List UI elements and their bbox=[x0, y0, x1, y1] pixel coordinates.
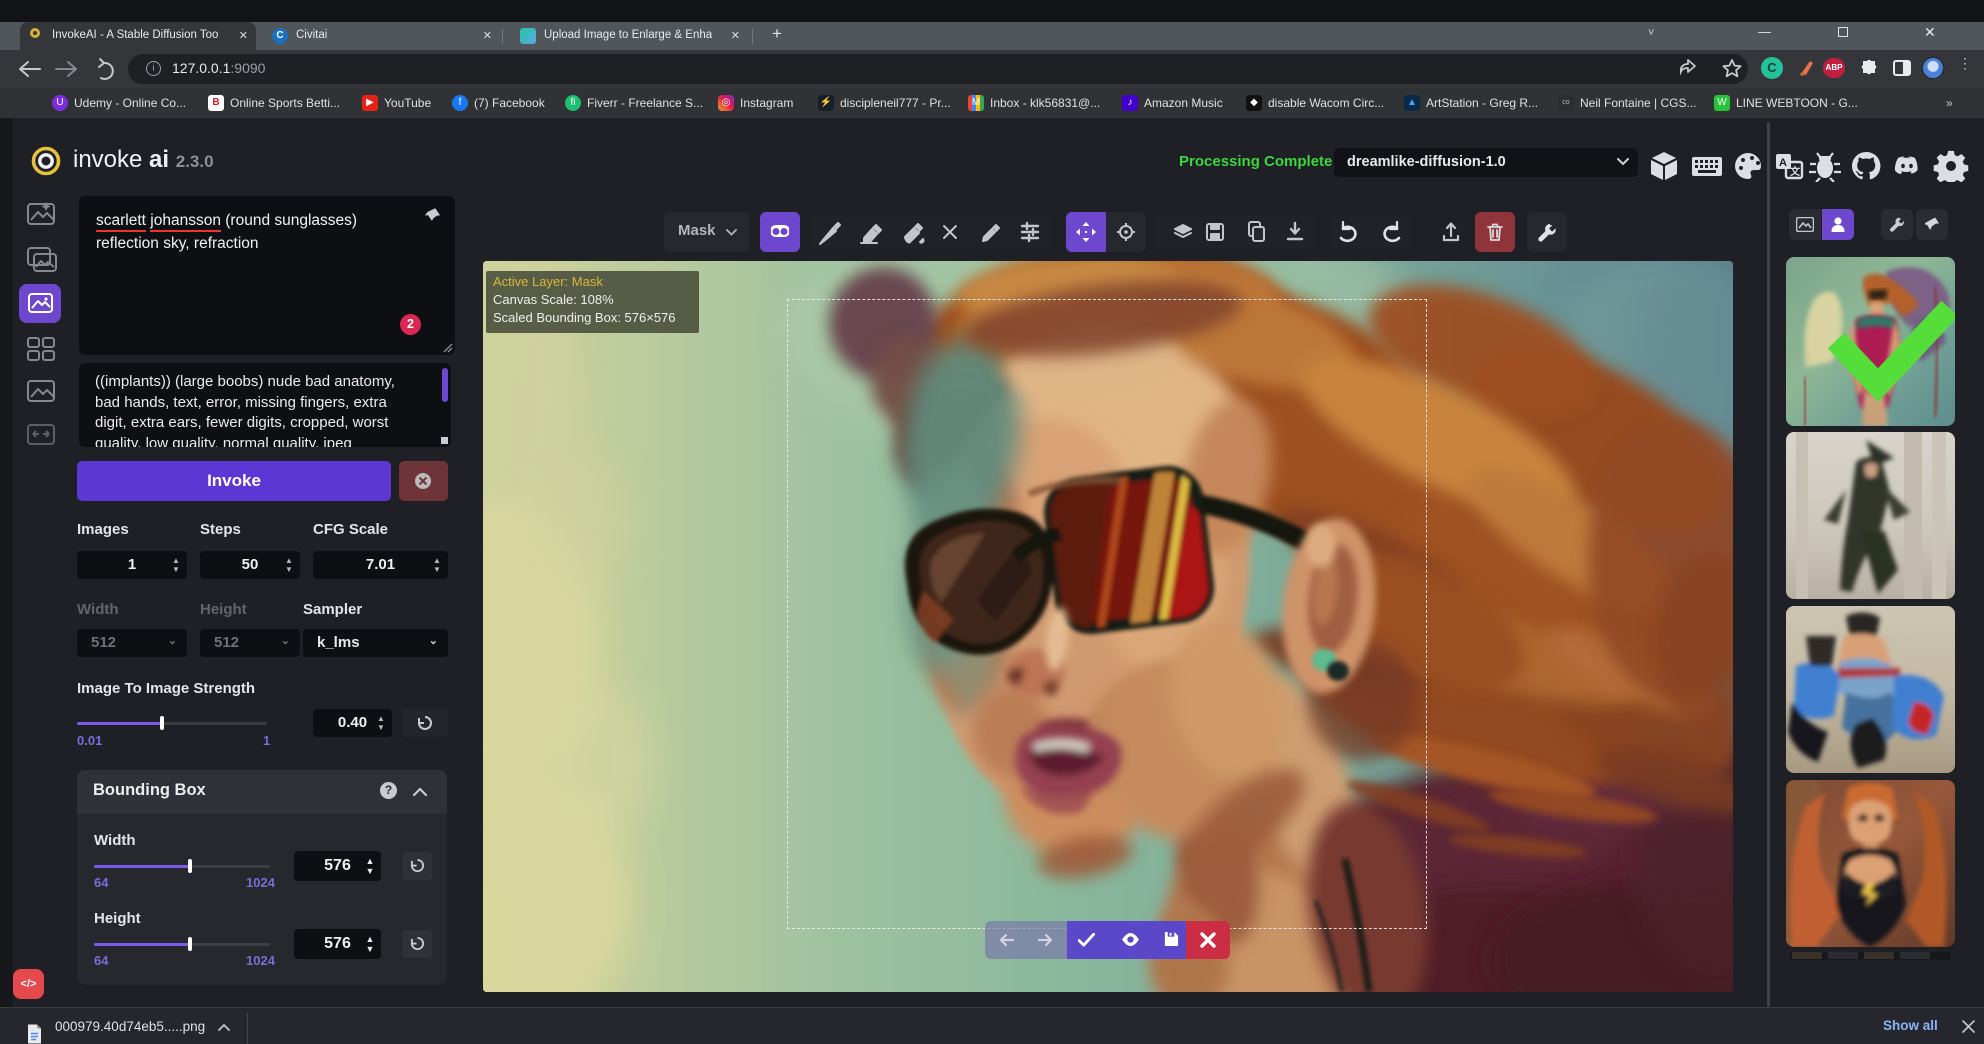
svg-text:文: 文 bbox=[1790, 165, 1801, 178]
svg-text:A: A bbox=[1779, 157, 1787, 169]
